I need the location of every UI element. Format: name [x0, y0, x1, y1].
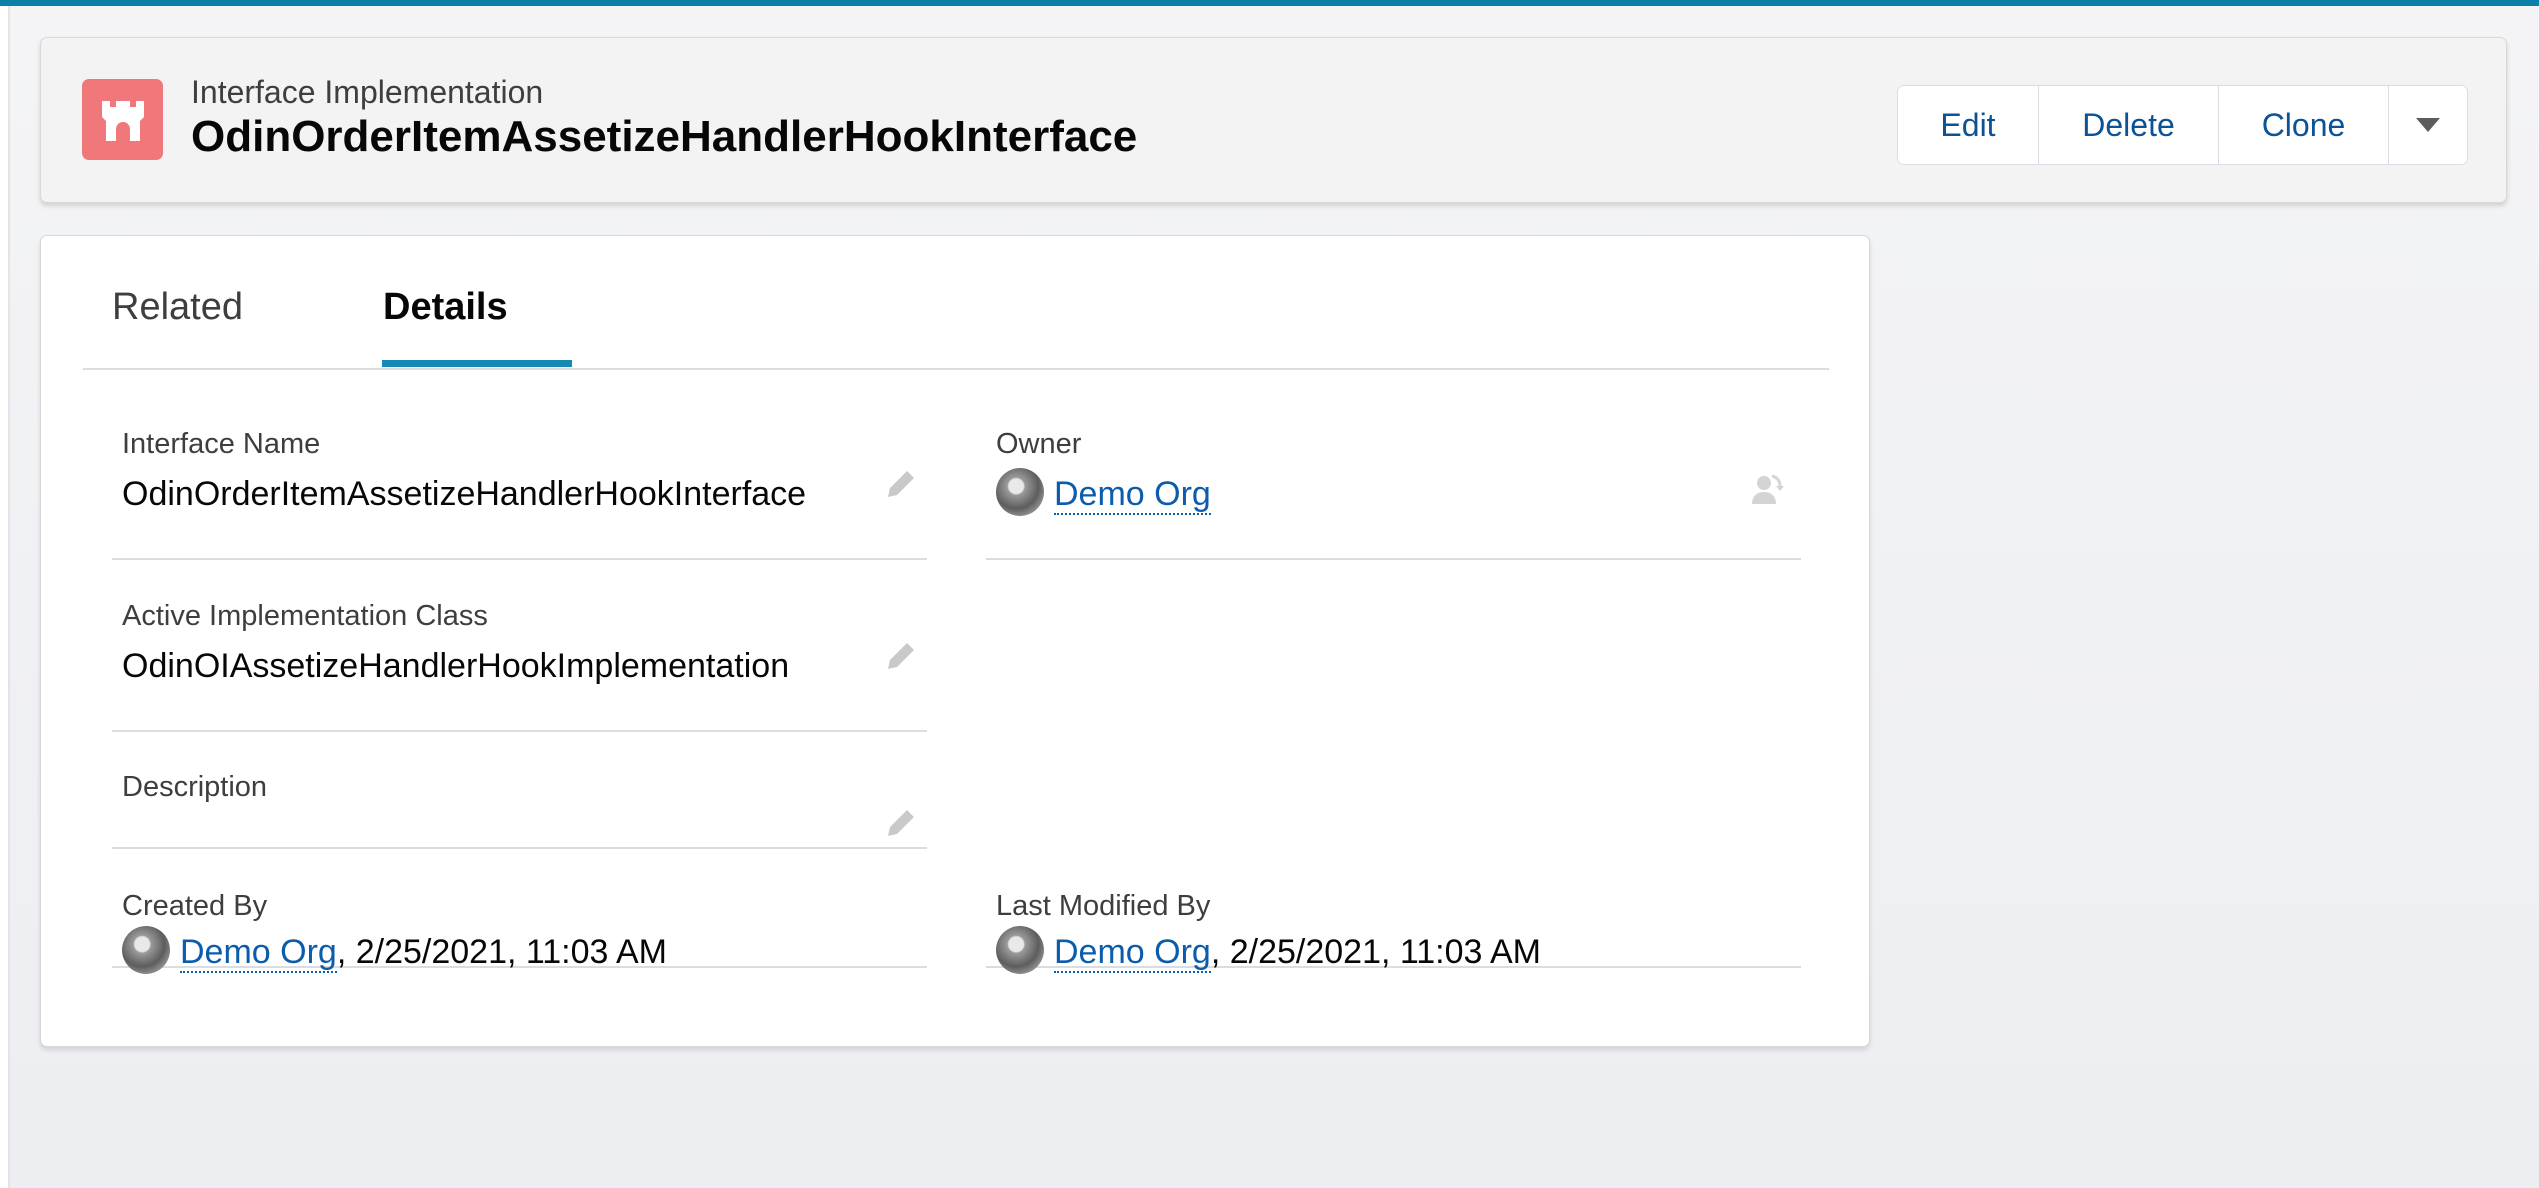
field-interface-name: Interface Name OdinOrderItemAssetizeHand… — [112, 406, 927, 560]
field-label: Last Modified By — [996, 890, 1211, 922]
owner-link[interactable]: Demo Org — [1054, 475, 1211, 515]
record-header: Interface Implementation OdinOrderItemAs… — [40, 37, 2507, 203]
more-actions-button[interactable] — [2389, 86, 2467, 164]
field-description: Description — [112, 751, 927, 849]
field-label: Active Implementation Class — [122, 600, 488, 632]
field-last-modified-by: Last Modified By Demo Org, 2/25/2021, 11… — [986, 870, 1801, 975]
created-by-value: Demo Org, 2/25/2021, 11:03 AM — [122, 926, 667, 978]
field-label: Interface Name — [122, 428, 321, 460]
pencil-icon[interactable] — [885, 468, 917, 500]
avatar — [122, 926, 170, 975]
edit-button[interactable]: Edit — [1898, 86, 2039, 164]
details-card: Related Details Interface Name OdinOrder… — [40, 235, 1870, 1047]
pencil-icon[interactable] — [885, 640, 917, 672]
field-value: OdinOrderItemAssetizeHandlerHookInterfac… — [122, 475, 807, 513]
pencil-icon[interactable] — [885, 807, 917, 839]
tab-details[interactable]: Details — [383, 286, 508, 329]
field-owner: Owner Demo Org — [986, 406, 1801, 560]
delete-button[interactable]: Delete — [2039, 86, 2219, 164]
left-divider — [8, 6, 10, 1188]
clone-button[interactable]: Clone — [2219, 86, 2389, 164]
avatar — [996, 926, 1044, 975]
change-owner-icon[interactable] — [1750, 472, 1784, 506]
last-modified-by-link[interactable]: Demo Org — [1054, 933, 1211, 973]
avatar — [996, 468, 1044, 517]
field-value: OdinOIAssetizeHandlerHookImplementation — [122, 647, 790, 685]
field-label: Created By — [122, 890, 268, 922]
last-modified-by-value: Demo Org, 2/25/2021, 11:03 AM — [996, 926, 1541, 978]
field-created-by: Created By Demo Org, 2/25/2021, 11:03 AM — [112, 870, 927, 975]
modified-datetime: , 2/25/2021, 11:03 AM — [1210, 933, 1541, 971]
object-type-label: Interface Implementation — [191, 74, 544, 110]
created-by-link[interactable]: Demo Org — [180, 933, 337, 973]
tab-bar: Related Details — [83, 236, 1829, 370]
chevron-down-icon — [2416, 118, 2440, 132]
owner-value: Demo Org — [996, 468, 1211, 520]
field-label: Owner — [996, 428, 1082, 460]
tab-related[interactable]: Related — [112, 286, 243, 329]
record-title: OdinOrderItemAssetizeHandlerHookInterfac… — [191, 112, 1138, 161]
field-label: Description — [122, 771, 268, 803]
field-active-implementation-class: Active Implementation Class OdinOIAsseti… — [112, 578, 927, 732]
action-button-group: Edit Delete Clone — [1897, 85, 2468, 165]
created-datetime: , 2/25/2021, 11:03 AM — [336, 933, 667, 971]
active-tab-indicator — [382, 360, 572, 367]
castle-icon — [82, 79, 163, 160]
